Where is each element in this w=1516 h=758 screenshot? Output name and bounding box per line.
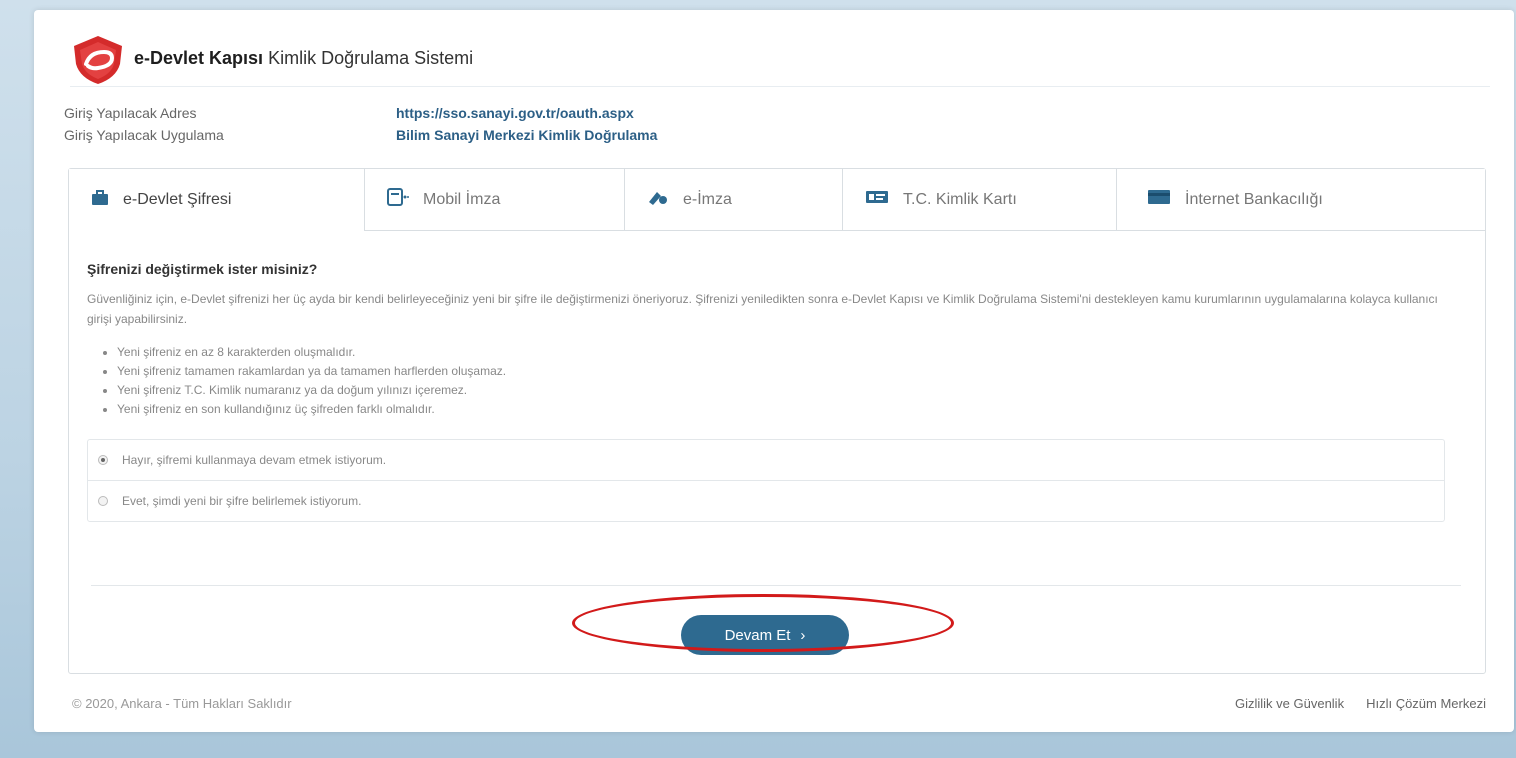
login-card: e-Devlet Kapısı Kimlik Doğrulama Sistemi… — [34, 10, 1514, 732]
bank-card-icon — [1147, 189, 1171, 210]
password-change-content: Şifrenizi değiştirmek ister misiniz? Güv… — [87, 249, 1467, 522]
tab-label: Mobil İmza — [423, 190, 501, 208]
tab-mobil-imza[interactable]: Mobil İmza — [365, 169, 625, 231]
tab-label: T.C. Kimlik Kartı — [903, 190, 1017, 208]
login-info: Giriş Yapılacak Adres https://sso.sanayi… — [64, 102, 657, 146]
privacy-link[interactable]: Gizlilik ve Güvenlik — [1235, 696, 1344, 711]
info-label: Giriş Yapılacak Adres — [64, 105, 197, 121]
tab-tc-kimlik-karti[interactable]: T.C. Kimlik Kartı — [843, 169, 1117, 231]
footer-links: Gizlilik ve Güvenlik Hızlı Çözüm Merkezi — [1235, 696, 1486, 711]
login-panel: e-Devlet Şifresi Mobil İmza e-İmza T.C. … — [68, 168, 1486, 674]
option-label: Evet, şimdi yeni bir şifre belirlemek is… — [122, 494, 362, 508]
info-value: https://sso.sanayi.gov.tr/oauth.aspx — [396, 105, 634, 121]
rule-item: Yeni şifreniz T.C. Kimlik numaranız ya d… — [117, 381, 1467, 400]
info-label: Giriş Yapılacak Uygulama — [64, 127, 224, 143]
tab-internet-bankaciligi[interactable]: İnternet Bankacılığı — [1117, 169, 1485, 231]
info-row-address: Giriş Yapılacak Adres https://sso.sanayi… — [64, 102, 657, 124]
tab-edevlet-sifresi[interactable]: e-Devlet Şifresi — [69, 169, 365, 231]
continue-label: Devam Et — [724, 626, 791, 644]
tab-e-imza[interactable]: e-İmza — [625, 169, 843, 231]
option-keep-password[interactable]: Hayır, şifremi kullanmaya devam etmek is… — [88, 440, 1444, 480]
description-text: Güvenliğiniz için, e-Devlet şifrenizi he… — [87, 292, 1438, 326]
options-group: Hayır, şifremi kullanmaya devam etmek is… — [87, 439, 1445, 522]
header: e-Devlet Kapısı Kimlik Doğrulama Sistemi — [70, 34, 1490, 87]
rule-item: Yeni şifreniz en az 8 karakterden oluşma… — [117, 343, 1467, 362]
tab-label: İnternet Bankacılığı — [1185, 190, 1323, 208]
radio-button-selected[interactable] — [98, 455, 108, 465]
brand-title: e-Devlet Kapısı Kimlik Doğrulama Sistemi — [134, 48, 473, 69]
edevlet-logo — [74, 36, 122, 84]
login-method-tabs: e-Devlet Şifresi Mobil İmza e-İmza T.C. … — [69, 169, 1485, 231]
continue-button[interactable]: Devam Et › — [681, 615, 849, 655]
chevron-right-icon: › — [800, 626, 806, 644]
info-value: Bilim Sanayi Merkezi Kimlik Doğrulama — [396, 127, 658, 143]
rule-item: Yeni şifreniz tamamen rakamlardan ya da … — [117, 362, 1467, 381]
id-card-icon — [865, 190, 889, 209]
copyright-text: © 2020, Ankara - Tüm Hakları Saklıdır — [72, 696, 292, 711]
rule-item: Yeni şifreniz en son kullandığınız üç şi… — [117, 400, 1467, 419]
briefcase-icon — [91, 189, 109, 211]
tab-label: e-Devlet Şifresi — [123, 191, 232, 208]
question-heading: Şifrenizi değiştirmek ister misiniz? — [87, 261, 318, 277]
usb-token-icon — [647, 188, 669, 211]
brand-bold: e-Devlet Kapısı — [134, 48, 264, 68]
info-row-application: Giriş Yapılacak Uygulama Bilim Sanayi Me… — [64, 124, 657, 146]
brand-rest: Kimlik Doğrulama Sistemi — [268, 48, 474, 68]
option-label: Hayır, şifremi kullanmaya devam etmek is… — [122, 453, 387, 467]
mobile-signature-icon — [387, 188, 409, 211]
radio-button[interactable] — [98, 496, 108, 506]
help-center-link[interactable]: Hızlı Çözüm Merkezi — [1366, 696, 1486, 711]
divider — [91, 585, 1461, 586]
password-rules: Yeni şifreniz en az 8 karakterden oluşma… — [87, 343, 1467, 419]
option-change-password[interactable]: Evet, şimdi yeni bir şifre belirlemek is… — [88, 480, 1444, 521]
tab-label: e-İmza — [683, 190, 732, 208]
